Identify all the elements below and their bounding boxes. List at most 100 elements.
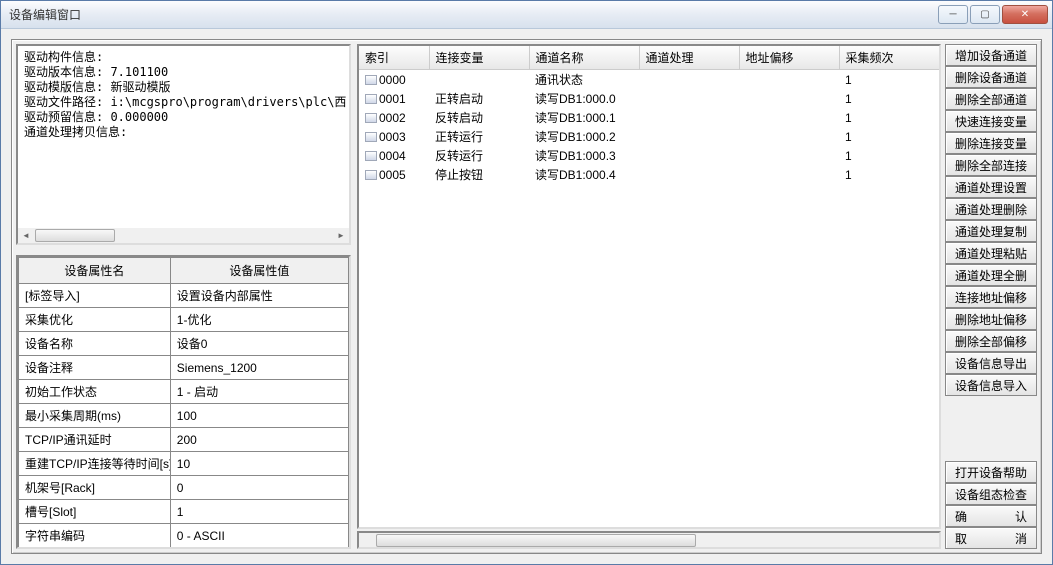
property-value[interactable]: 1 [170, 500, 348, 524]
action-button[interactable]: 通道处理复制 [945, 220, 1037, 242]
scroll-thumb[interactable] [376, 534, 696, 547]
property-row[interactable]: 设备注释Siemens_1200 [19, 356, 349, 380]
channel-scrollbar[interactable] [357, 531, 941, 549]
property-value[interactable]: 100 [170, 404, 348, 428]
property-value[interactable]: Siemens_1200 [170, 356, 348, 380]
scroll-right-icon[interactable]: ► [333, 228, 349, 243]
property-row[interactable]: 初始工作状态1 - 启动 [19, 380, 349, 404]
channel-cell-name: 读写DB1:000.0 [529, 89, 639, 108]
property-value[interactable]: 设置设备内部属性 [170, 284, 348, 308]
property-value[interactable]: 200 [170, 428, 348, 452]
channel-row[interactable]: 0004反转运行读写DB1:000.31 [359, 146, 939, 165]
property-row[interactable]: [标签导入]设置设备内部属性 [19, 284, 349, 308]
property-row[interactable]: 槽号[Slot]1 [19, 500, 349, 524]
scroll-left-icon[interactable]: ◄ [18, 228, 34, 243]
property-name: 槽号[Slot] [19, 500, 171, 524]
action-button[interactable]: 连接地址偏移 [945, 286, 1037, 308]
info-scrollbar[interactable]: ◄ ► [16, 228, 351, 245]
close-button[interactable]: ✕ [1002, 5, 1048, 24]
property-row[interactable]: 机架号[Rack]0 [19, 476, 349, 500]
channel-cell-index: 0004 [359, 146, 429, 165]
action-button[interactable]: 删除全部偏移 [945, 330, 1037, 352]
channel-row[interactable]: 0001正转启动读写DB1:000.01 [359, 89, 939, 108]
property-row[interactable]: 字符串编码0 - ASCII [19, 524, 349, 548]
property-name: 最小采集周期(ms) [19, 404, 171, 428]
property-name: 重建TCP/IP连接等待时间[s] [19, 452, 171, 476]
action-button[interactable]: 确 认 [945, 505, 1037, 527]
channel-cell-var: 反转启动 [429, 108, 529, 127]
channel-row[interactable]: 0000 通讯状态 1 [359, 70, 939, 90]
channel-cell-freq: 1 [839, 70, 939, 90]
channel-cell-index: 0000 [359, 70, 429, 90]
channel-cell-freq: 1 [839, 127, 939, 146]
action-button[interactable]: 通道处理全删 [945, 264, 1037, 286]
channel-cell-var: 正转启动 [429, 89, 529, 108]
scroll-thumb[interactable] [35, 229, 115, 242]
chan-header-var[interactable]: 连接变量 [429, 46, 529, 70]
property-name: 采集优化 [19, 308, 171, 332]
channel-row[interactable]: 0003正转运行读写DB1:000.21 [359, 127, 939, 146]
channel-cell-var: 停止按钮 [429, 165, 529, 184]
minimize-button[interactable]: ─ [938, 5, 968, 24]
property-value[interactable]: 1 - 启动 [170, 380, 348, 404]
property-row[interactable]: 设备名称设备0 [19, 332, 349, 356]
action-button[interactable]: 设备组态检查 [945, 483, 1037, 505]
chan-header-name[interactable]: 通道名称 [529, 46, 639, 70]
property-table: 设备属性名 设备属性值 [标签导入]设置设备内部属性采集优化1-优化设备名称设备… [16, 255, 351, 549]
chan-header-freq[interactable]: 采集频次 [839, 46, 939, 70]
channel-cell-offset [739, 70, 839, 90]
property-row[interactable]: 采集优化1-优化 [19, 308, 349, 332]
chan-header-index[interactable]: 索引 [359, 46, 429, 70]
property-name: [标签导入] [19, 284, 171, 308]
action-button[interactable]: 删除全部通道 [945, 88, 1037, 110]
channel-cell-index: 0002 [359, 108, 429, 127]
action-button[interactable]: 删除全部连接 [945, 154, 1037, 176]
property-row[interactable]: TCP/IP通讯延时200 [19, 428, 349, 452]
property-row[interactable]: 重建TCP/IP连接等待时间[s]10 [19, 452, 349, 476]
property-name: 字符串编码 [19, 524, 171, 548]
action-button[interactable]: 增加设备通道 [945, 44, 1037, 66]
action-button[interactable]: 设备信息导出 [945, 352, 1037, 374]
property-name: 机架号[Rack] [19, 476, 171, 500]
property-value[interactable]: 0 [170, 476, 348, 500]
channel-cell-index: 0003 [359, 127, 429, 146]
property-row[interactable]: 字符串解码顺序0 - 21 [19, 548, 349, 550]
action-button[interactable]: 删除设备通道 [945, 66, 1037, 88]
chan-header-proc[interactable]: 通道处理 [639, 46, 739, 70]
action-button[interactable]: 通道处理粘贴 [945, 242, 1037, 264]
channel-row[interactable]: 0002反转启动读写DB1:000.11 [359, 108, 939, 127]
channel-cell-name: 通讯状态 [529, 70, 639, 90]
channel-cell-freq: 1 [839, 146, 939, 165]
action-button[interactable]: 通道处理删除 [945, 198, 1037, 220]
channel-cell-index: 0005 [359, 165, 429, 184]
channel-row[interactable]: 0005停止按钮读写DB1:000.41 [359, 165, 939, 184]
row-icon [365, 151, 377, 161]
window-buttons: ─ ▢ ✕ [938, 5, 1048, 24]
property-name: 初始工作状态 [19, 380, 171, 404]
channel-cell-offset [739, 165, 839, 184]
action-button[interactable]: 删除地址偏移 [945, 308, 1037, 330]
action-button[interactable]: 快速连接变量 [945, 110, 1037, 132]
titlebar: 设备编辑窗口 ─ ▢ ✕ [1, 1, 1052, 29]
property-value[interactable]: 0 - ASCII [170, 524, 348, 548]
property-value[interactable]: 0 - 21 [170, 548, 348, 550]
action-button[interactable]: 取 消 [945, 527, 1037, 549]
action-button[interactable]: 打开设备帮助 [945, 461, 1037, 483]
property-value[interactable]: 设备0 [170, 332, 348, 356]
chan-header-offset[interactable]: 地址偏移 [739, 46, 839, 70]
action-button[interactable]: 删除连接变量 [945, 132, 1037, 154]
property-name: 字符串解码顺序 [19, 548, 171, 550]
channel-grid: 索引 连接变量 通道名称 通道处理 地址偏移 采集频次 0000通讯状态1000… [357, 44, 941, 529]
right-button-column: 增加设备通道删除设备通道删除全部通道快速连接变量删除连接变量删除全部连接通道处理… [945, 44, 1037, 549]
maximize-button[interactable]: ▢ [970, 5, 1000, 24]
action-button[interactable]: 通道处理设置 [945, 176, 1037, 198]
channel-cell-offset [739, 108, 839, 127]
channel-cell-proc [639, 70, 739, 90]
property-value[interactable]: 1-优化 [170, 308, 348, 332]
channel-cell-freq: 1 [839, 89, 939, 108]
channel-cell-name: 读写DB1:000.4 [529, 165, 639, 184]
property-row[interactable]: 最小采集周期(ms)100 [19, 404, 349, 428]
action-button[interactable]: 设备信息导入 [945, 374, 1037, 396]
property-value[interactable]: 10 [170, 452, 348, 476]
row-icon [365, 94, 377, 104]
